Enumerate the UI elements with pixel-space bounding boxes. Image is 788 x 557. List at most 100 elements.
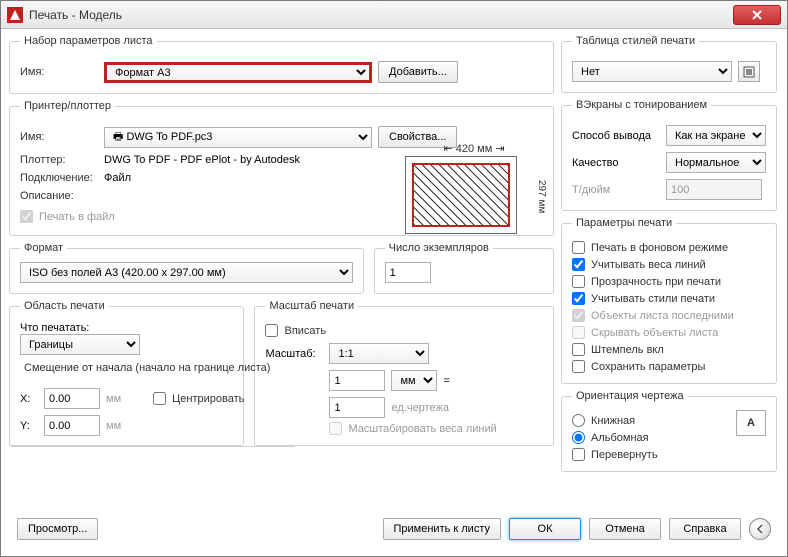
paper-dim-right: 297 мм [519,156,547,237]
equals-sign: = [443,375,449,387]
plot-options-group: Параметры печати Печать в фоновом режиме… [561,217,777,384]
chevron-left-icon [756,524,764,534]
preview-button[interactable]: Просмотр... [17,518,98,540]
orientation-icon: A [736,410,766,436]
opt-lw-checkbox[interactable] [572,258,585,271]
offset-x-input[interactable] [44,388,100,409]
orientation-group: Ориентация чертежа Книжная Альбомная Пер… [561,390,777,472]
scale-label: Масштаб: [265,348,323,360]
offset-y-input[interactable] [44,415,100,436]
scale-unit-select[interactable]: мм [391,370,437,391]
printer-group: Принтер/плоттер Имя: 🖶 DWG To PDF.pc3 Св… [9,100,554,236]
plot-style-select[interactable]: Нет [572,61,732,82]
offset-y-label: Y: [20,420,38,432]
opt-st-checkbox[interactable] [572,292,585,305]
ok-button[interactable]: ОК [509,518,581,540]
quality-label: Качество [572,157,660,169]
dpi-label: Т/дюйм [572,184,660,196]
plot-style-edit-button[interactable] [738,61,760,82]
pagesetup-name-select[interactable]: Формат А3 [104,62,372,83]
reverse-label: Перевернуть [591,449,658,461]
opt-pl-checkbox [572,309,585,322]
conn-label: Подключение: [20,172,98,184]
conn-value: Файл [104,172,131,184]
paper-format-group: Формат ISO без полей A3 (420.00 x 297.00… [9,242,364,294]
plotter-value: DWG To PDF - PDF ePlot - by Autodesk [104,154,300,166]
help-button[interactable]: Справка [669,518,741,540]
plot-area-hatch [412,163,510,227]
window-title: Печать - Модель [29,8,733,22]
opt-pl-label: Объекты листа последними [591,310,734,322]
plotter-label: Плоттер: [20,154,98,166]
portrait-radio[interactable] [572,414,585,427]
desc-label: Описание: [20,190,98,202]
plot-styles-group: Таблица стилей печати Нет [561,35,777,93]
opt-save-checkbox[interactable] [572,360,585,373]
opt-hide-label: Скрывать объекты листа [591,327,718,339]
plot-scale-group: Масштаб печати Вписать Масштаб: 1:1 мм = [254,300,554,446]
opt-stamp-checkbox[interactable] [572,343,585,356]
expand-toggle[interactable] [749,518,771,540]
plot-to-file-label: Печать в файл [39,211,115,223]
apply-button[interactable]: Применить к листу [383,518,502,540]
paper-sheet [405,156,517,234]
shaded-viewports-group: ВЭкраны с тонированием Способ вывода Как… [561,99,777,211]
copies-group: Число экземпляров 1 [374,242,554,294]
printer-name-label: Имя: [20,131,98,143]
what-to-plot-label: Что печатать: [20,322,89,334]
scale-lw-label: Масштабировать веса линий [348,423,496,435]
page-setup-legend: Набор параметров листа [20,35,157,47]
shaded-legend: ВЭкраны с тонированием [572,99,711,111]
what-to-plot-select[interactable]: Границы [20,334,140,355]
shade-out-select[interactable]: Как на экране [666,125,766,146]
plot-scale-legend: Масштаб печати [265,300,358,312]
opt-tr-label: Прозрачность при печати [591,276,721,288]
paper-format-legend: Формат [20,242,67,254]
opt-bg-checkbox[interactable] [572,241,585,254]
add-pagesetup-button[interactable]: Добавить... [378,61,458,83]
titlebar: Печать - Модель [1,1,787,29]
opt-lw-label: Учитывать веса линий [591,259,706,271]
scale-lw-checkbox [329,422,342,435]
opt-hide-checkbox [572,326,585,339]
center-checkbox[interactable] [153,392,166,405]
offset-x-label: X: [20,393,38,405]
edit-icon [743,66,755,78]
paper-format-select[interactable]: ISO без полей A3 (420.00 x 297.00 мм) [20,262,353,283]
scale-input-1[interactable] [329,370,385,391]
plot-to-file-checkbox [20,210,33,223]
scale-input-2[interactable] [329,397,385,418]
scale-select[interactable]: 1:1 [329,343,429,364]
offset-y-mm: мм [106,420,121,432]
close-icon [752,10,762,20]
orientation-legend: Ориентация чертежа [572,390,688,402]
center-label: Центрировать [172,393,244,405]
opt-tr-checkbox[interactable] [572,275,585,288]
printer-name-select[interactable]: 🖶 DWG To PDF.pc3 [104,127,372,148]
cancel-button[interactable]: Отмена [589,518,661,540]
page-setup-group: Набор параметров листа Имя: Формат А3 До… [9,35,554,94]
scale-unit2-label: ед.чертежа [391,402,448,414]
fit-to-paper-label: Вписать [284,325,326,337]
landscape-radio[interactable] [572,431,585,444]
paper-dim-top: ⇤ 420 мм ⇥ [443,143,504,155]
copies-stepper[interactable]: 1 [385,262,431,283]
printer-legend: Принтер/плоттер [20,100,115,112]
opt-stamp-label: Штемпель вкл [591,344,664,356]
close-button[interactable] [733,5,781,25]
opt-st-label: Учитывать стили печати [591,293,715,305]
portrait-label: Книжная [591,415,635,427]
reverse-checkbox[interactable] [572,448,585,461]
paper-preview: ⇤ 420 мм ⇥ 297 мм [405,142,543,237]
plot-area-legend: Область печати [20,300,109,312]
offset-legend: Смещение от начала (начало на границе ли… [20,362,274,374]
copies-legend: Число экземпляров [385,242,493,254]
fit-to-paper-checkbox[interactable] [265,324,278,337]
shade-out-label: Способ вывода [572,130,660,142]
plot-options-legend: Параметры печати [572,217,676,229]
opt-save-label: Сохранить параметры [591,361,705,373]
landscape-label: Альбомная [591,432,649,444]
quality-select[interactable]: Нормальное [666,152,766,173]
dpi-input [666,179,762,200]
plot-dialog: Печать - Модель Набор параметров листа И… [0,0,788,557]
